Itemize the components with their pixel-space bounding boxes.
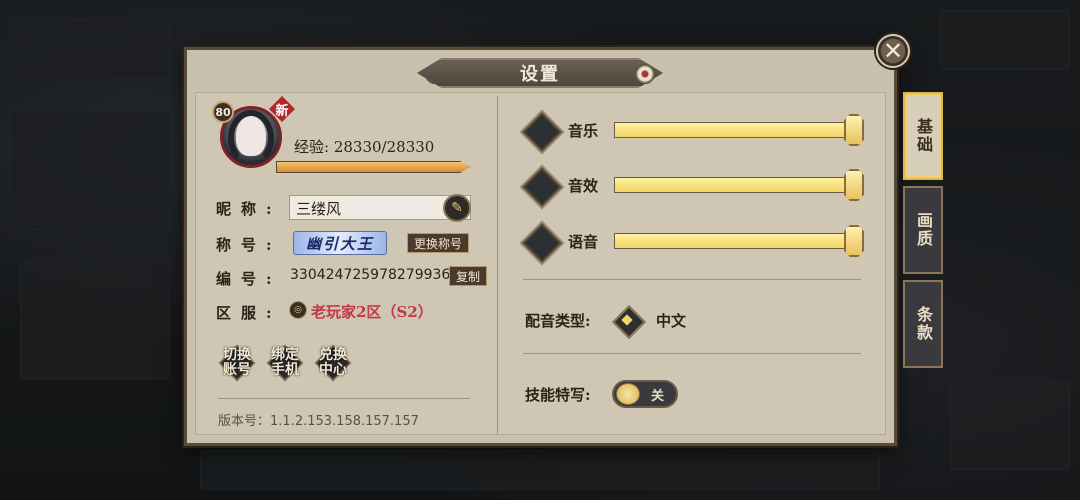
exp-text: 经验: 28330/28330 xyxy=(294,136,434,157)
change-title-button[interactable]: 更换称号 xyxy=(407,233,470,253)
brush-icon: ✎ xyxy=(451,200,463,216)
sfx-label: 音效 xyxy=(568,177,599,195)
exp-value: 28330/28330 xyxy=(333,138,435,156)
divider xyxy=(523,353,861,354)
bind-phone-label: 绑定 手机 xyxy=(271,347,299,378)
tab-basic[interactable]: 基础 xyxy=(903,92,943,180)
music-slider-fill xyxy=(615,123,853,137)
version-label: 版本号： xyxy=(218,414,271,429)
close-button[interactable]: ✕ xyxy=(876,34,910,68)
sfx-slider[interactable] xyxy=(614,177,854,193)
close-icon: ✕ xyxy=(882,37,904,65)
sfx-slider-row: 音效 xyxy=(520,165,874,205)
server-value: 老玩家2区（S2） xyxy=(311,303,433,321)
sfx-slider-handle[interactable] xyxy=(844,169,864,201)
level-badge: 80 xyxy=(212,101,234,123)
panel-divider xyxy=(497,96,498,434)
sfx-icon xyxy=(520,165,560,205)
title-badge: 幽引大王 xyxy=(293,231,387,255)
bind-phone-button[interactable]: 绑定 手机 xyxy=(265,343,305,383)
title-label: 称号: xyxy=(216,236,282,254)
redeem-center-label: 兑换 中心 xyxy=(319,347,347,378)
skill-closeup-label: 技能特写: xyxy=(525,386,591,404)
divider xyxy=(523,279,861,280)
tab-graphics[interactable]: 画质 xyxy=(903,186,943,274)
toggle-state-label: 关 xyxy=(650,389,664,404)
id-label: 编号: xyxy=(216,270,282,288)
exp-bar-fill xyxy=(277,162,469,172)
voice-slider[interactable] xyxy=(614,233,854,249)
edit-nickname-button[interactable]: ✎ xyxy=(443,194,471,222)
skill-closeup-toggle[interactable]: 关 xyxy=(612,380,678,408)
redeem-center-button[interactable]: 兑换 中心 xyxy=(313,343,353,383)
title-banner: 设置 xyxy=(417,58,663,88)
voice-slider-handle[interactable] xyxy=(844,225,864,257)
voice-slider-row: 语音 xyxy=(520,221,874,261)
music-icon xyxy=(520,110,560,150)
copy-id-button[interactable]: 复制 xyxy=(449,266,488,286)
voice-label: 语音 xyxy=(568,233,599,251)
id-value: 3304247259782799360 xyxy=(290,267,460,283)
music-slider-handle[interactable] xyxy=(844,114,864,146)
exp-bar xyxy=(276,161,470,173)
voice-icon xyxy=(520,221,560,261)
music-slider-row: 音乐 xyxy=(520,110,874,150)
version-text: 版本号：1.1.2.153.158.157.157 xyxy=(218,410,419,429)
sfx-slider-fill xyxy=(615,178,853,192)
dialog-title: 设置 xyxy=(520,64,560,85)
title-ornament-icon xyxy=(635,64,655,84)
server-icon: ◎ xyxy=(289,301,307,319)
tab-terms[interactable]: 条款 xyxy=(903,280,943,368)
server-label: 区服: xyxy=(216,304,282,322)
nickname-label: 昵称: xyxy=(216,200,282,218)
switch-account-label: 切换 账号 xyxy=(223,347,251,378)
avatar-face xyxy=(236,116,266,156)
voice-type-radio[interactable] xyxy=(612,305,642,335)
music-slider[interactable] xyxy=(614,122,854,138)
voice-slider-fill xyxy=(615,234,853,248)
toggle-knob xyxy=(616,383,640,405)
music-label: 音乐 xyxy=(568,122,599,140)
divider xyxy=(218,398,470,399)
voice-type-value: 中文 xyxy=(656,312,687,330)
version-value: 1.1.2.153.158.157.157 xyxy=(270,414,419,429)
switch-account-button[interactable]: 切换 账号 xyxy=(217,343,257,383)
voice-type-label: 配音类型: xyxy=(525,312,591,330)
exp-label: 经验: xyxy=(294,138,330,156)
